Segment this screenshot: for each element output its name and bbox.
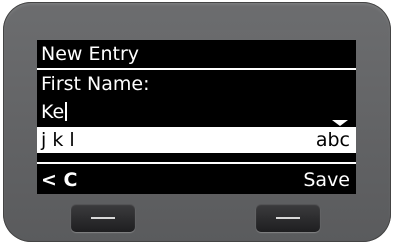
softkey-delete-label[interactable]: < C bbox=[41, 167, 77, 193]
softkey-bar: < C Save bbox=[37, 167, 356, 193]
first-name-value: Ke bbox=[41, 101, 65, 123]
input-mode-indicator: abc bbox=[315, 129, 350, 151]
right-softkey-button[interactable] bbox=[256, 204, 320, 232]
left-softkey-button[interactable] bbox=[71, 204, 135, 232]
char-input-bar: j k l abc bbox=[37, 127, 356, 153]
screen-title: New Entry bbox=[41, 43, 140, 65]
down-arrow-icon bbox=[332, 120, 348, 126]
input-chars: j k l bbox=[41, 129, 75, 151]
softkey-save-label[interactable]: Save bbox=[303, 167, 350, 193]
right-softkey-dash-icon bbox=[276, 217, 300, 219]
softkey-divider bbox=[37, 162, 356, 164]
title-divider bbox=[37, 68, 356, 70]
text-cursor-icon bbox=[65, 102, 68, 121]
left-softkey-dash-icon bbox=[91, 217, 115, 219]
field-label: First Name: bbox=[41, 73, 150, 95]
first-name-field[interactable]: Ke bbox=[37, 99, 356, 126]
display-screen: New Entry First Name: Ke j k l abc < C S… bbox=[37, 40, 356, 194]
